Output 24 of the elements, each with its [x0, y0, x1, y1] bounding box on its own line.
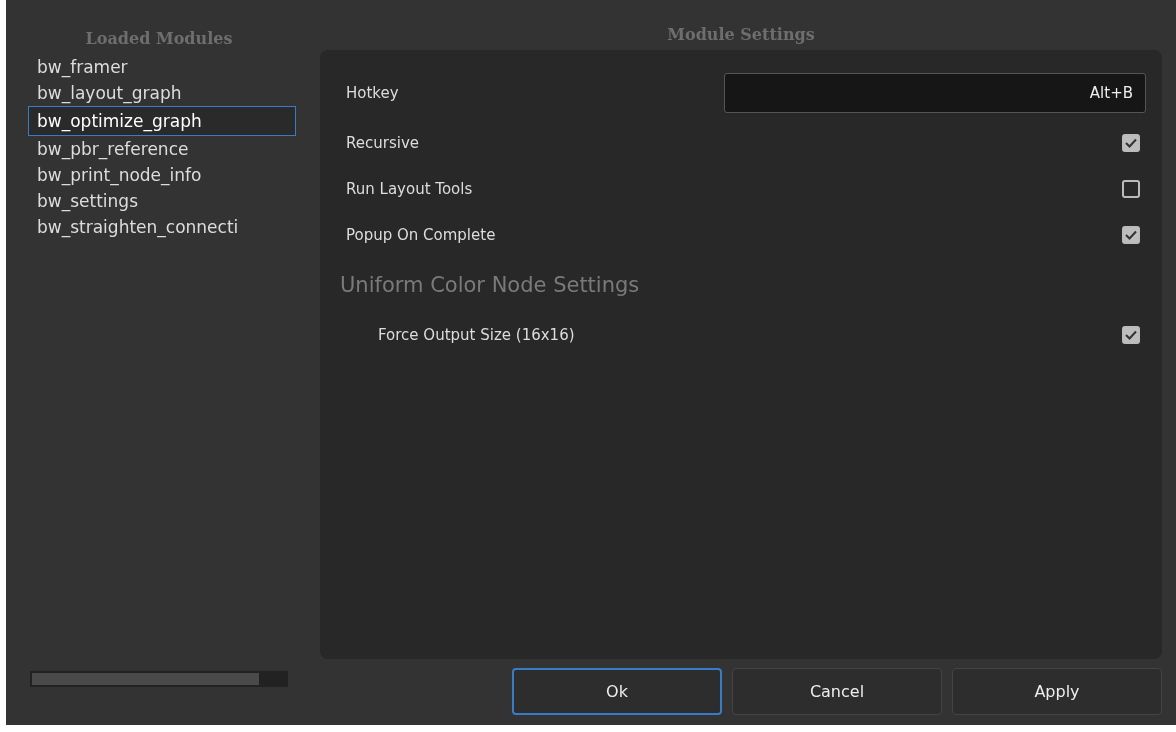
checkbox[interactable]	[1122, 134, 1140, 152]
module-item[interactable]: bw_framer	[28, 54, 296, 80]
module-item[interactable]: bw_optimize_graph	[28, 106, 296, 136]
module-item[interactable]: bw_layout_graph	[28, 80, 296, 106]
setting-label: Force Output Size (16x16)	[378, 326, 575, 344]
module-item[interactable]: bw_settings	[28, 188, 296, 214]
horizontal-scrollbar[interactable]	[30, 671, 288, 687]
dialog-button[interactable]: Cancel	[732, 668, 942, 715]
setting-label: Popup On Complete	[346, 226, 496, 244]
checkbox[interactable]	[1122, 326, 1140, 344]
panel-heading: Module Settings	[666, 24, 816, 46]
dialog-button[interactable]: Apply	[952, 668, 1162, 715]
hotkey-field[interactable]: Alt+B	[724, 73, 1146, 113]
checkbox[interactable]	[1122, 180, 1140, 198]
dialog-button[interactable]: Ok	[512, 668, 722, 715]
section-heading: Uniform Color Node Settings	[340, 273, 640, 297]
module-item[interactable]: bw_pbr_reference	[28, 136, 296, 162]
checkbox[interactable]	[1122, 226, 1140, 244]
module-item[interactable]: bw_print_node_info	[28, 162, 296, 188]
module-item[interactable]: bw_straighten_connecti	[28, 214, 296, 240]
panel-heading: Loaded Modules	[84, 28, 234, 50]
setting-label: Hotkey	[346, 84, 399, 102]
setting-label: Recursive	[346, 134, 419, 152]
setting-label: Run Layout Tools	[346, 180, 473, 198]
